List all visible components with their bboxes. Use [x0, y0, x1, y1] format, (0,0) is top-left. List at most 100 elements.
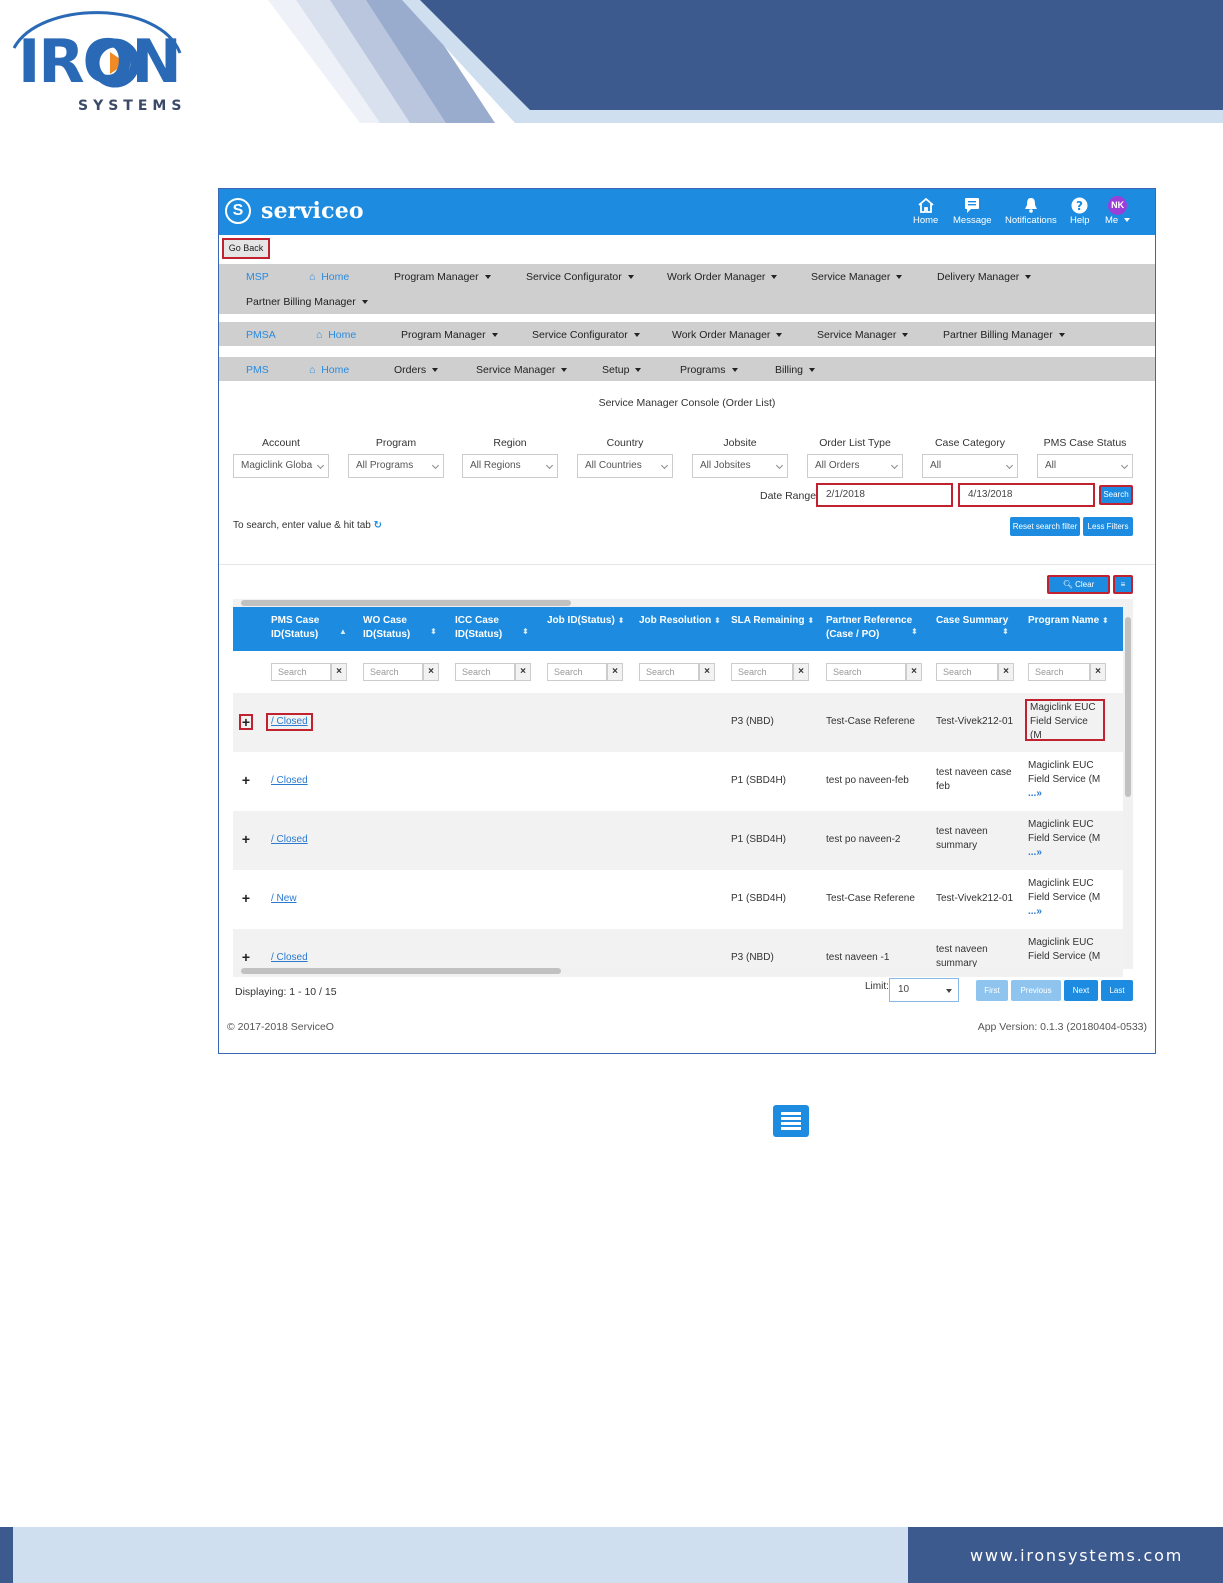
- expand-icon[interactable]: +: [239, 891, 253, 907]
- nav-home[interactable]: Home: [913, 195, 938, 226]
- pms-menu-programs[interactable]: Programs: [680, 364, 738, 376]
- more-link[interactable]: ...»: [1028, 787, 1100, 801]
- filter-case-category-select[interactable]: All: [922, 454, 1018, 478]
- expand-icon[interactable]: +: [239, 714, 253, 730]
- pms-case-status-link[interactable]: / Closed: [266, 713, 313, 731]
- filter-country-select[interactable]: All Countries: [577, 454, 673, 478]
- footer-website[interactable]: www.ironsystems.com: [970, 1546, 1183, 1565]
- sort-icon[interactable]: ⬍: [522, 627, 529, 636]
- pms-case-status-link[interactable]: / Closed: [271, 951, 308, 965]
- pms-case-status-link[interactable]: / Closed: [271, 774, 308, 788]
- search-input[interactable]: Search: [271, 663, 331, 681]
- msp-menu-partner-billing-manager[interactable]: Partner Billing Manager: [246, 296, 368, 308]
- nav-message[interactable]: Message: [953, 195, 992, 226]
- col-pms-case[interactable]: PMS Case ID(Status): [271, 614, 319, 642]
- grid-bottom-scrollbar[interactable]: [233, 967, 1123, 975]
- more-link[interactable]: ...»: [1028, 846, 1100, 860]
- search-input[interactable]: Search: [731, 663, 793, 681]
- msp-menu-service-manager[interactable]: Service Manager: [811, 271, 903, 283]
- filter-order-list-type-select[interactable]: All Orders: [807, 454, 903, 478]
- clear-icon[interactable]: ×: [699, 663, 715, 681]
- pmsa-menu-work-order-manager[interactable]: Work Order Manager: [672, 329, 783, 341]
- reset-search-filter-button[interactable]: Reset search filter: [1010, 517, 1080, 536]
- msp-menu-delivery-manager[interactable]: Delivery Manager: [937, 271, 1032, 283]
- search-input[interactable]: Search: [1028, 663, 1090, 681]
- pms-case-status-link[interactable]: / New: [271, 892, 297, 906]
- search-input[interactable]: Search: [639, 663, 699, 681]
- msp-home-link[interactable]: ⌂ Home: [309, 271, 349, 283]
- col-program-name[interactable]: Program Name ⬍: [1028, 614, 1109, 628]
- pms-menu-service-manager[interactable]: Service Manager: [476, 364, 568, 376]
- first-page-button[interactable]: First: [976, 980, 1008, 1001]
- clear-search-button[interactable]: 🔍︎ Clear Search: [1047, 575, 1110, 604]
- limit-select[interactable]: 10: [889, 978, 959, 1002]
- brand[interactable]: S serviceo: [225, 198, 364, 224]
- expand-icon[interactable]: +: [239, 950, 253, 966]
- filter-program-select[interactable]: All Programs: [348, 454, 444, 478]
- pmsa-menu-service-manager[interactable]: Service Manager: [817, 329, 909, 341]
- search-input[interactable]: Search: [363, 663, 423, 681]
- filter-region-select[interactable]: All Regions: [462, 454, 558, 478]
- filter-jobsite-select[interactable]: All Jobsites: [692, 454, 788, 478]
- clear-icon[interactable]: ×: [331, 663, 347, 681]
- pmsa-menu-program-manager[interactable]: Program Manager: [401, 329, 498, 341]
- table-row[interactable]: + / Closed P3 (NBD) Test-Case Referene T…: [233, 693, 1123, 752]
- pms-home-link[interactable]: ⌂ Home: [309, 364, 349, 376]
- next-page-button[interactable]: Next: [1064, 980, 1098, 1001]
- expand-icon[interactable]: +: [239, 773, 253, 789]
- clear-icon[interactable]: ×: [998, 663, 1014, 681]
- clear-icon[interactable]: ×: [423, 663, 439, 681]
- col-icc-case[interactable]: ICC Case ID(Status): [455, 614, 502, 642]
- pms-menu-billing[interactable]: Billing: [775, 364, 816, 376]
- col-wo-case[interactable]: WO Case ID(Status): [363, 614, 410, 642]
- col-job-id[interactable]: Job ID(Status) ⬍: [547, 614, 624, 628]
- grid-top-scrollbar[interactable]: [233, 599, 1123, 607]
- pmsa-menu-service-configurator[interactable]: Service Configurator: [532, 329, 640, 341]
- table-row[interactable]: + / Closed P1 (SBD4H) test po naveen-2 t…: [233, 811, 1123, 870]
- sort-icon[interactable]: ⬍: [1002, 627, 1009, 636]
- sort-icon[interactable]: ⬍: [911, 627, 918, 636]
- pmsa-menu-partner-billing-manager[interactable]: Partner Billing Manager: [943, 329, 1065, 341]
- refresh-icon[interactable]: ↻: [374, 520, 382, 531]
- filter-account-select[interactable]: Magiclink Globa: [233, 454, 329, 478]
- pms-menu-orders[interactable]: Orders: [394, 364, 439, 376]
- col-sla-remaining[interactable]: SLA Remaining ⬍: [731, 614, 814, 628]
- search-input[interactable]: Search: [455, 663, 515, 681]
- clear-icon[interactable]: ×: [793, 663, 809, 681]
- last-page-button[interactable]: Last: [1101, 980, 1133, 1001]
- date-search-button[interactable]: Search: [1099, 485, 1133, 505]
- sort-asc-icon[interactable]: ▲: [339, 627, 347, 636]
- grid-vertical-scrollbar[interactable]: [1123, 599, 1133, 969]
- pms-menu-setup[interactable]: Setup: [602, 364, 642, 376]
- search-input[interactable]: Search: [826, 663, 906, 681]
- nav-notifications[interactable]: Notifications: [1005, 195, 1057, 226]
- sort-icon[interactable]: ⬍: [430, 627, 437, 636]
- filter-pms-case-status-select[interactable]: All: [1037, 454, 1133, 478]
- expand-icon[interactable]: +: [239, 832, 253, 848]
- date-from-input[interactable]: 2/1/2018: [816, 483, 953, 507]
- table-row[interactable]: + / Closed P1 (SBD4H) test po naveen-feb…: [233, 752, 1123, 811]
- msp-menu-program-manager[interactable]: Program Manager: [394, 271, 491, 283]
- col-partner-reference[interactable]: Partner Reference (Case / PO): [826, 614, 912, 642]
- clear-icon[interactable]: ×: [906, 663, 922, 681]
- go-back-button[interactable]: Go Back: [222, 238, 270, 259]
- search-input[interactable]: Search: [936, 663, 998, 681]
- nav-me[interactable]: NK Me: [1105, 195, 1131, 226]
- previous-page-button[interactable]: Previous: [1011, 980, 1061, 1001]
- msp-menu-work-order-manager[interactable]: Work Order Manager: [667, 271, 778, 283]
- col-job-resolution[interactable]: Job Resolution ⬍: [639, 614, 721, 628]
- col-case-summary[interactable]: Case Summary: [936, 614, 1008, 628]
- more-link[interactable]: ...»: [1028, 905, 1100, 919]
- search-input[interactable]: Search: [547, 663, 607, 681]
- clear-icon[interactable]: ×: [1090, 663, 1106, 681]
- clear-icon[interactable]: ×: [607, 663, 623, 681]
- nav-help[interactable]: ? Help: [1070, 195, 1090, 226]
- clear-icon[interactable]: ×: [515, 663, 531, 681]
- msp-menu-service-configurator[interactable]: Service Configurator: [526, 271, 634, 283]
- pmsa-home-link[interactable]: ⌂ Home: [316, 329, 356, 341]
- table-row[interactable]: + / New P1 (SBD4H) Test-Case Referene Te…: [233, 870, 1123, 929]
- less-filters-button[interactable]: Less Filters: [1083, 517, 1133, 536]
- date-to-input[interactable]: 4/13/2018: [958, 483, 1095, 507]
- column-toggle-button[interactable]: ≡: [1113, 575, 1133, 594]
- pms-case-status-link[interactable]: / Closed: [271, 833, 308, 847]
